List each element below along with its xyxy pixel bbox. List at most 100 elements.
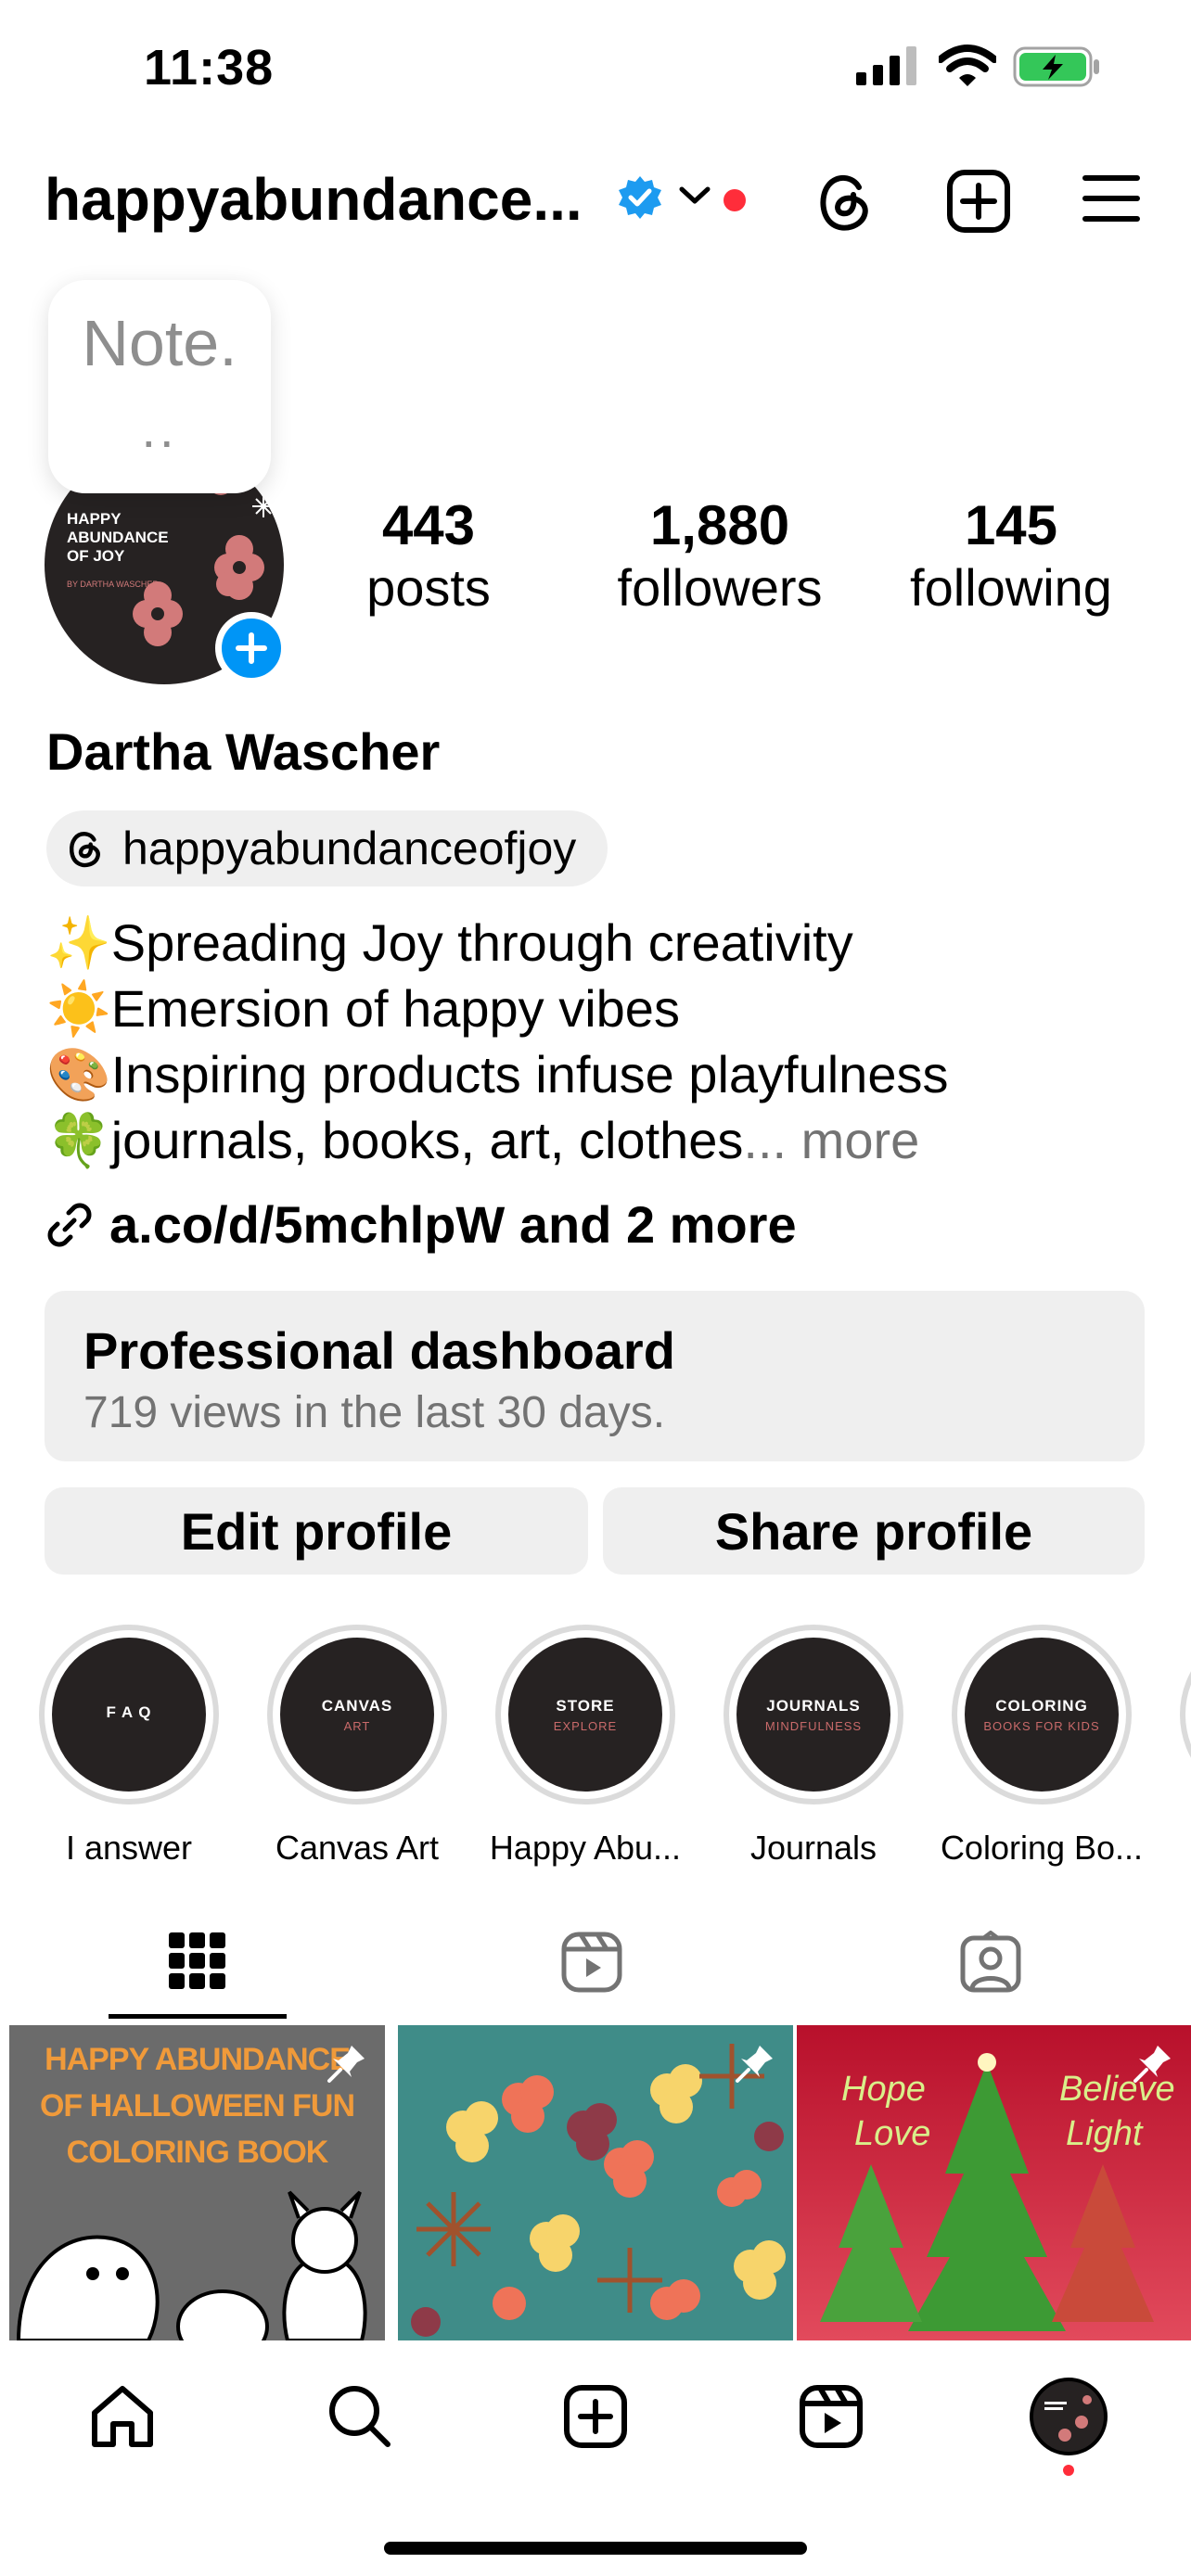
search-icon[interactable] xyxy=(327,2383,393,2450)
grid-posts-icon[interactable] xyxy=(169,1932,226,1990)
highlight-ring: F A Q xyxy=(39,1625,219,1804)
post-thumbnail[interactable]: HAPPY ABUNDANCE OF HALLOWEEN FUN COLORIN… xyxy=(9,2025,385,2340)
bio-line: 🎨Inspiring products infuse playfulness xyxy=(46,1044,948,1105)
highlight-item[interactable]: CANVAS ART Canvas Art xyxy=(267,1625,447,1868)
professional-dashboard-card[interactable]: Professional dashboard 719 views in the … xyxy=(45,1291,1145,1461)
pin-icon xyxy=(736,2046,773,2083)
highlight-cover-title: JOURNALS xyxy=(766,1696,861,1715)
notification-dot xyxy=(724,189,746,211)
pin-icon xyxy=(1133,2046,1171,2083)
highlight-label: Canvas Art xyxy=(275,1829,440,1867)
highlight-cover: JOURNALS MINDFULNESS xyxy=(736,1638,890,1792)
followers-label: followers xyxy=(617,558,823,617)
cellular-signal-icon xyxy=(856,46,916,85)
posts-stat[interactable]: 443 posts xyxy=(289,493,568,618)
highlight-cover-title: COLORING xyxy=(995,1696,1088,1715)
highlight-cover-subtitle: ART xyxy=(343,1718,371,1733)
highlight-item[interactable]: F A Q I answer xyxy=(39,1625,219,1868)
highlight-cover: CANVAS ART xyxy=(280,1638,434,1792)
profile-full-name: Dartha Wascher xyxy=(46,722,441,781)
dashboard-subtitle: 719 views in the last 30 days. xyxy=(83,1388,666,1437)
highlight-cover-title: STORE xyxy=(556,1696,615,1715)
verified-badge-icon xyxy=(619,176,661,219)
posts-label: posts xyxy=(366,558,491,617)
share-profile-button[interactable]: Share profile xyxy=(603,1487,1145,1575)
highlight-item[interactable]: JOURNALS MINDFULNESS Journals xyxy=(724,1625,903,1868)
avatar-flowers xyxy=(1044,2395,1092,2442)
profile-content-tabs xyxy=(0,1919,1191,2021)
highlight-label: Happy Abu... xyxy=(489,1829,682,1867)
plus-icon xyxy=(236,632,267,664)
active-tab-indicator xyxy=(109,2014,287,2019)
pin-icon xyxy=(327,2046,365,2083)
link-icon xyxy=(47,1203,92,1246)
reels-tab-icon[interactable] xyxy=(560,1931,623,1994)
note-dots: .. xyxy=(141,400,178,458)
highlight-label: Journals xyxy=(749,1829,877,1867)
posts-count: 443 xyxy=(381,494,476,556)
followers-count: 1,880 xyxy=(649,494,790,556)
following-count: 145 xyxy=(964,494,1058,556)
note-text: Note. xyxy=(82,307,237,379)
highlight-label: Coloring Bo... xyxy=(940,1829,1144,1867)
clover-emoji-icon: 🍀 xyxy=(46,1111,111,1169)
highlight-cover: F A Q xyxy=(52,1638,206,1792)
highlight-cover: COLORING BOOKS FOR KIDS xyxy=(965,1638,1119,1792)
palette-emoji-icon: 🎨 xyxy=(46,1045,111,1103)
post-thumbnail[interactable] xyxy=(398,2025,793,2340)
threads-icon xyxy=(70,832,100,868)
following-stat[interactable]: 145 following xyxy=(872,493,1150,618)
highlight-ring: STORE EXPLORE xyxy=(495,1625,675,1804)
highlight-label: I answer xyxy=(65,1829,193,1867)
profile-tab-avatar[interactable] xyxy=(1030,2378,1108,2455)
account-username-switcher[interactable]: happyabundance... xyxy=(45,165,583,234)
highlight-item-partial[interactable] xyxy=(1180,1625,1191,1804)
chevron-down-icon[interactable] xyxy=(679,185,711,206)
threads-icon[interactable] xyxy=(816,169,874,234)
highlight-item[interactable]: COLORING BOOKS FOR KIDS Coloring Bo... xyxy=(941,1625,1143,1868)
status-time: 11:38 xyxy=(144,40,275,96)
home-icon[interactable] xyxy=(89,2383,156,2450)
highlight-cover-subtitle: BOOKS FOR KIDS xyxy=(983,1718,1100,1733)
wifi-icon xyxy=(939,45,996,86)
highlight-cover: STORE EXPLORE xyxy=(508,1638,662,1792)
reels-icon[interactable] xyxy=(798,2383,864,2450)
threads-handle: happyabundanceofjoy xyxy=(122,823,577,874)
sun-emoji-icon: ☀️ xyxy=(46,979,111,1038)
bio-ellipsis: ... xyxy=(743,1111,788,1169)
threads-profile-link[interactable]: happyabundanceofjoy xyxy=(46,810,608,886)
highlight-ring: JOURNALS MINDFULNESS xyxy=(724,1625,903,1804)
add-story-button[interactable] xyxy=(215,612,288,684)
create-post-icon[interactable] xyxy=(946,169,1011,234)
note-bubble[interactable]: Note. .. xyxy=(48,280,271,493)
dashboard-title: Professional dashboard xyxy=(83,1321,675,1380)
bottom-navigation xyxy=(0,2340,1191,2576)
create-icon[interactable] xyxy=(562,2383,629,2450)
edit-profile-button[interactable]: Edit profile xyxy=(45,1487,588,1575)
external-links[interactable]: a.co/d/5mchlpW and 2 more xyxy=(45,1194,797,1255)
bio-line: ☀️Emersion of happy vibes xyxy=(46,978,680,1039)
highlight-ring: COLORING BOOKS FOR KIDS xyxy=(952,1625,1132,1804)
bio-text: Inspiring products infuse playfulness xyxy=(110,1045,949,1103)
highlight-cover-subtitle: EXPLORE xyxy=(553,1718,618,1733)
highlight-cover-subtitle: MINDFULNESS xyxy=(764,1718,863,1733)
menu-icon[interactable] xyxy=(1082,172,1141,224)
highlight-cover-title: F A Q xyxy=(106,1703,152,1721)
bio-text: Spreading Joy through creativity xyxy=(110,913,853,972)
bio-text: journals, books, art, clothes xyxy=(110,1111,744,1169)
bio-line: 🍀journals, books, art, clothes... more xyxy=(46,1110,919,1171)
highlight-ring: CANVAS ART xyxy=(267,1625,447,1804)
link-text: a.co/d/5mchlpW and 2 more xyxy=(109,1195,797,1254)
home-indicator xyxy=(384,2542,807,2555)
battery-charging-icon xyxy=(1013,46,1099,87)
followers-stat[interactable]: 1,880 followers xyxy=(581,493,859,618)
post-thumbnail[interactable]: Hope Believe Love Light xyxy=(797,2025,1191,2340)
tagged-tab-icon[interactable] xyxy=(959,1931,1022,1994)
bio-more-link[interactable]: more xyxy=(801,1111,920,1169)
following-label: following xyxy=(910,558,1112,617)
bio-text: Emersion of happy vibes xyxy=(110,979,680,1038)
notification-dot xyxy=(1063,2465,1074,2476)
highlight-item[interactable]: STORE EXPLORE Happy Abu... xyxy=(490,1625,681,1868)
bio-line: ✨Spreading Joy through creativity xyxy=(46,912,853,974)
sparkles-emoji-icon: ✨ xyxy=(46,913,111,972)
